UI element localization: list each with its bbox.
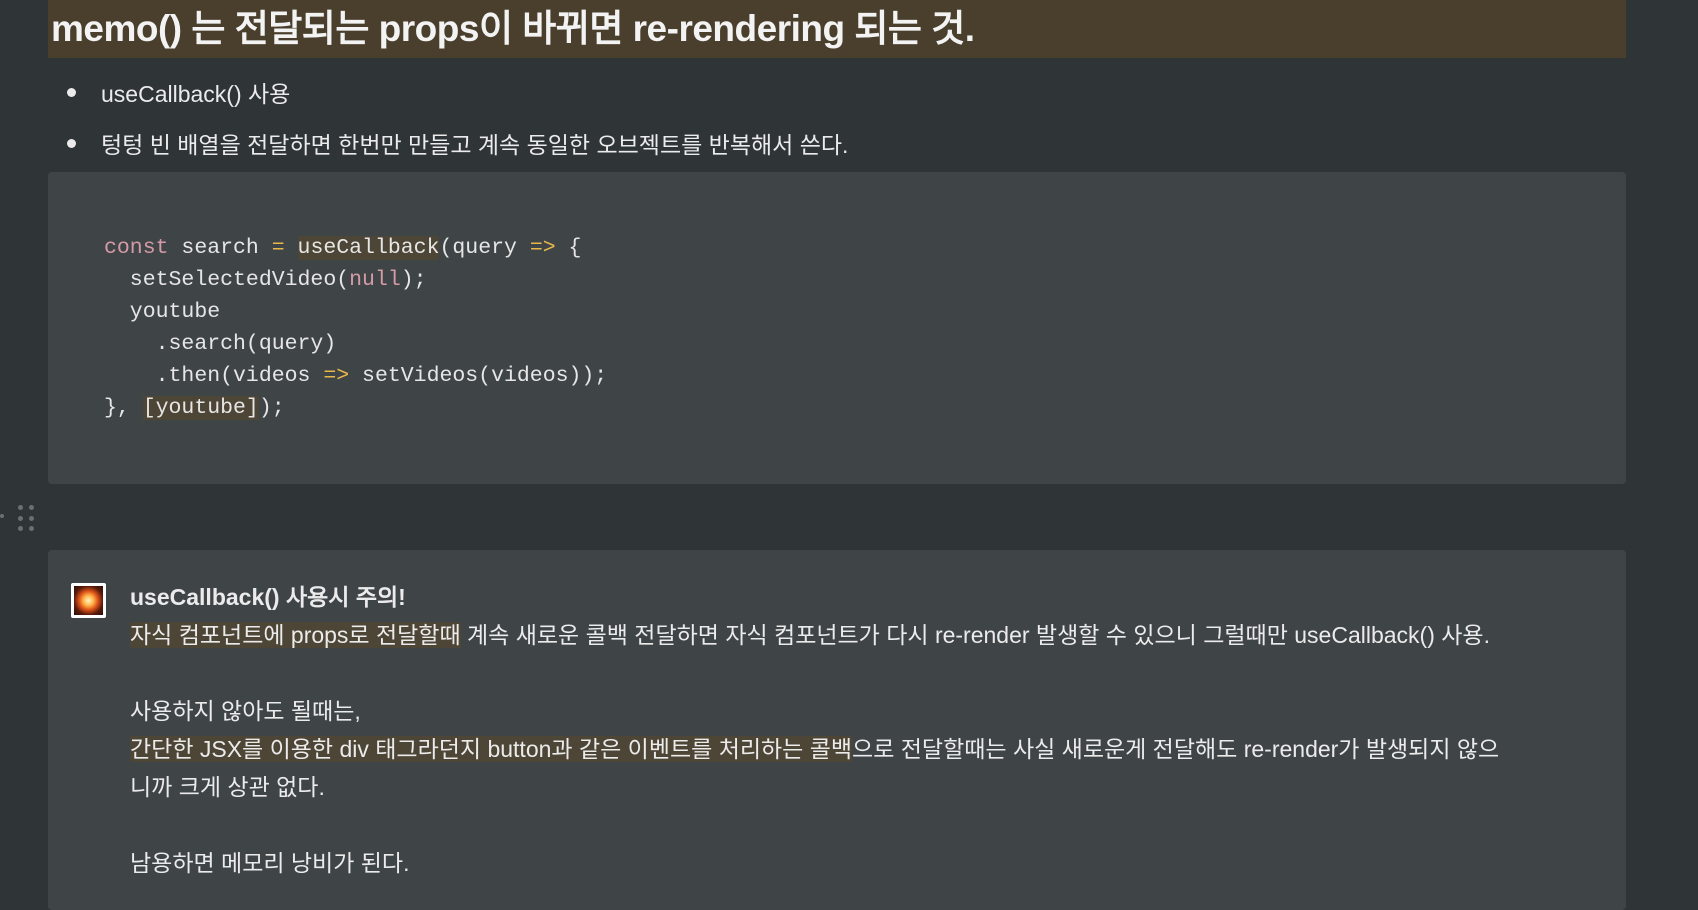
code-token: (query (439, 236, 530, 260)
drag-handle-icon[interactable] (18, 505, 38, 533)
code-token: ); (400, 268, 427, 292)
callout-title: useCallback() 사용시 주의! (130, 584, 406, 610)
code-operator: => (323, 364, 350, 388)
code-line-3: youtube (104, 300, 221, 324)
highlighted-text: 간단한 JSX를 이용한 div 태그라던지 button과 같은 이벤트를 처… (130, 736, 853, 762)
drag-dot (18, 526, 23, 532)
code-line-5: .then(videos => setVideos(videos)); (104, 364, 608, 388)
callout-text-run: 으로 전달할때는 사실 새로운게 전달해도 re-render가 발생되지 않으 (852, 736, 1500, 762)
drag-dot (18, 505, 23, 510)
code-line-1: const search = useCallback(query => { (104, 236, 581, 260)
callout-text: useCallback() 사용시 주의! 자식 컴포넌트에 props로 전달… (130, 578, 1620, 882)
code-line-2: setSelectedVideo(null); (104, 268, 427, 292)
bullet-item[interactable]: 텅텅 빈 배열을 전달하면 한번만 만들고 계속 동일한 오브젝트를 반복해서 … (62, 117, 1562, 168)
code-dependency-array: [youtube] (142, 396, 259, 420)
code-line-6: }, [youtube]); (104, 396, 285, 420)
bullet-item[interactable]: useCallback() 사용 (62, 66, 1562, 117)
code-content: const search = useCallback(query => { se… (104, 232, 607, 424)
code-token: .then(videos (104, 364, 324, 388)
code-line-4: .search(query) (104, 332, 337, 356)
code-token: setVideos(videos)); (349, 364, 608, 388)
code-operator: = (271, 236, 285, 260)
drag-dot (29, 505, 34, 510)
page-heading[interactable]: memo() 는 전달되는 props이 바뀌면 re-rendering 되는… (48, 0, 1626, 58)
callout-paragraph-continued: 니까 크게 상관 없다. (130, 774, 325, 800)
burst-icon[interactable] (71, 583, 106, 618)
callout-paragraph: 자식 컴포넌트에 props로 전달할때 계속 새로운 콜백 전달하면 자식 컴… (130, 616, 1620, 654)
code-token: }, (104, 396, 143, 420)
code-token: search (168, 236, 272, 260)
bullet-text: useCallback() 사용 (101, 80, 291, 107)
drag-dot (29, 526, 34, 532)
code-literal: null (349, 268, 401, 292)
highlighted-text: 자식 컴포넌트에 props로 전달할때 (130, 622, 461, 648)
callout-paragraph: 간단한 JSX를 이용한 div 태그라던지 button과 같은 이벤트를 처… (130, 730, 1620, 768)
callout-paragraph: 남용하면 메모리 낭비가 된다. (130, 850, 410, 876)
callout-block[interactable]: useCallback() 사용시 주의! 자식 컴포넌트에 props로 전달… (48, 550, 1626, 910)
code-block[interactable]: const search = useCallback(query => { se… (48, 172, 1626, 484)
bullet-dot-icon (67, 138, 76, 148)
notion-page: memo() 는 전달되는 props이 바뀌면 re-rendering 되는… (0, 0, 1698, 910)
bullet-list: useCallback() 사용 텅텅 빈 배열을 전달하면 한번만 만들고 계… (62, 66, 1562, 168)
burst-icon-image (74, 586, 103, 615)
code-token: ); (258, 396, 285, 420)
code-token: setSelectedVideo( (104, 268, 350, 292)
bullet-dot-icon (67, 87, 76, 97)
code-keyword: const (104, 236, 169, 260)
edge-marker (0, 514, 4, 518)
code-token: { (555, 236, 582, 260)
callout-text-run: 계속 새로운 콜백 전달하면 자식 컴포넌트가 다시 re-render 발생할… (460, 622, 1490, 648)
drag-dot (18, 515, 23, 521)
callout-paragraph: 사용하지 않아도 될때는, (130, 698, 361, 724)
code-operator: => (529, 236, 556, 260)
code-function: useCallback (297, 236, 440, 260)
drag-dot (29, 515, 34, 521)
bullet-text: 텅텅 빈 배열을 전달하면 한번만 만들고 계속 동일한 오브젝트를 반복해서 … (101, 131, 849, 158)
